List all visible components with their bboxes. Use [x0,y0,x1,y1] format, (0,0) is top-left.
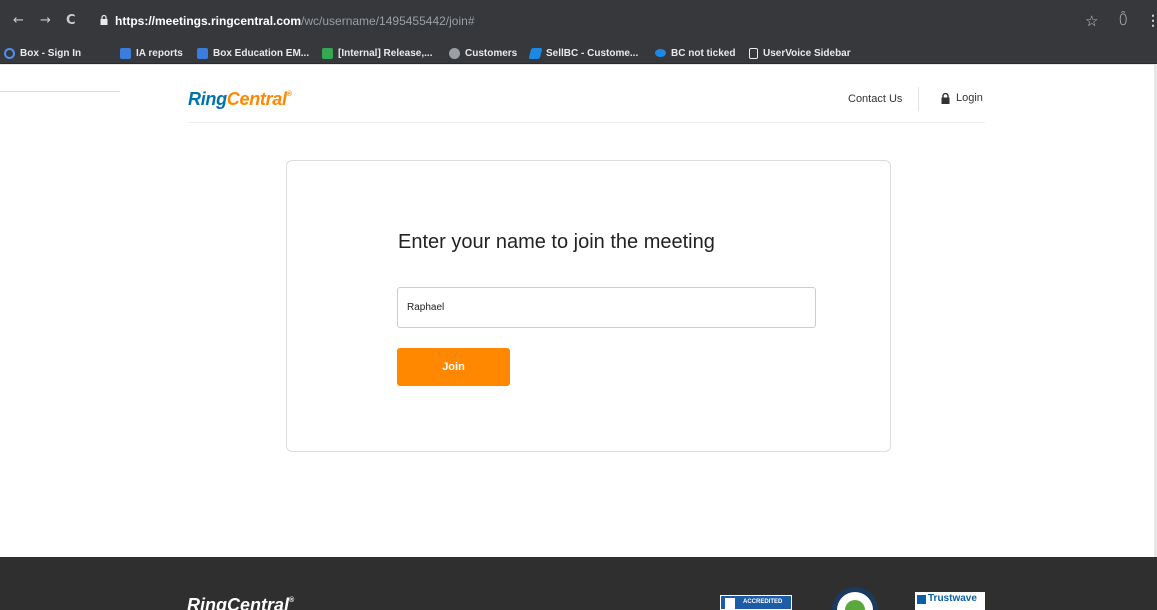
bbb-seal-icon [725,598,735,609]
page: RingCentral® Contact Us Login Enter your… [0,65,1157,610]
ringcentral-logo[interactable]: RingCentral® [188,89,292,110]
logo-central-text: Central [226,89,287,109]
bookmark-label: BC not ticked [671,47,736,59]
header-divider [918,87,919,111]
bookmark-star-icon[interactable]: ☆ [1085,12,1098,30]
url-host: https://meetings.ringcentral.com [115,14,302,28]
logo-registered-mark: ® [286,91,292,98]
divider [0,91,120,92]
bookmark-item[interactable]: Customers [449,46,517,60]
url-field[interactable]: https://meetings.ringcentral.com/wc/user… [115,14,475,28]
join-title: Enter your name to join the meeting [398,231,715,253]
trustwave-logo-icon [917,595,926,604]
join-button[interactable]: Join [397,348,510,386]
box-logo-icon [197,47,208,59]
sheets-icon [322,47,333,59]
bookmark-label: UserVoice Sidebar [763,47,851,59]
footer: RingCentral® ACCREDITED Trustwave [0,557,1157,610]
box-logo-icon [120,47,131,59]
reload-icon[interactable]: C [66,14,76,28]
lock-icon [100,15,108,25]
bookmark-item[interactable]: Box Education EM... [197,46,309,60]
address-bar: ← → C https://meetings.ringcentral.com/w… [0,0,1157,42]
menu-kebab-icon[interactable]: ⋮ [1146,12,1157,29]
back-icon[interactable]: ← [13,14,24,28]
footer-registered-mark: ® [289,597,295,604]
name-input[interactable] [397,287,816,328]
bookmark-item[interactable]: Box - Sign In [4,46,81,60]
bookmark-label: IA reports [136,47,183,59]
customers-icon [449,47,460,59]
bookmark-item[interactable]: SellBC - Custome... [528,46,639,60]
bookmark-label: Box - Sign In [20,47,82,59]
bookmarks-bar: Box - Sign In IA reports Box Education E… [0,42,1157,64]
bookmark-label: Customers [465,47,518,59]
skyhigh-badge[interactable] [832,587,878,610]
join-card: Enter your name to join the meeting Join [286,160,891,452]
bookmark-label: [Internal] Release,... [338,47,433,59]
login-label: Login [956,92,983,104]
padlock-icon [941,92,950,104]
logo-ring-text: Ring [188,89,227,109]
incognito-icon[interactable]: ꄱ [1118,12,1128,29]
skyhigh-seal-icon [845,600,865,610]
bookmark-label: SellBC - Custome... [546,47,639,59]
bookmark-label: Box Education EM... [213,47,310,59]
bookmark-item[interactable]: BC not ticked [655,46,735,60]
trustwave-badge-text: Trustwave [928,593,977,604]
forward-icon[interactable]: → [40,14,51,28]
login-link[interactable]: Login [941,92,983,104]
header-rule [188,122,985,123]
cloud-icon [655,49,666,57]
url-path: /wc/username/1495455442/join# [301,14,475,28]
footer-logo: RingCentral® [187,595,294,610]
trustwave-badge[interactable]: Trustwave [915,592,985,610]
contact-us-link[interactable]: Contact Us [848,93,902,105]
browser-window: ← → C https://meetings.ringcentral.com/w… [0,0,1157,610]
bbb-badge-text: ACCREDITED [743,599,783,605]
bookmark-item[interactable]: IA reports [120,46,183,60]
bookmark-circle-icon [4,47,15,59]
footer-logo-text: RingCentral [187,595,290,610]
page-icon [749,47,758,59]
bookmark-item[interactable]: UserVoice Sidebar [749,46,851,60]
confluence-icon [528,47,543,59]
bbb-accredited-badge[interactable]: ACCREDITED [720,595,792,610]
bookmark-item[interactable]: [Internal] Release,... [322,46,432,60]
